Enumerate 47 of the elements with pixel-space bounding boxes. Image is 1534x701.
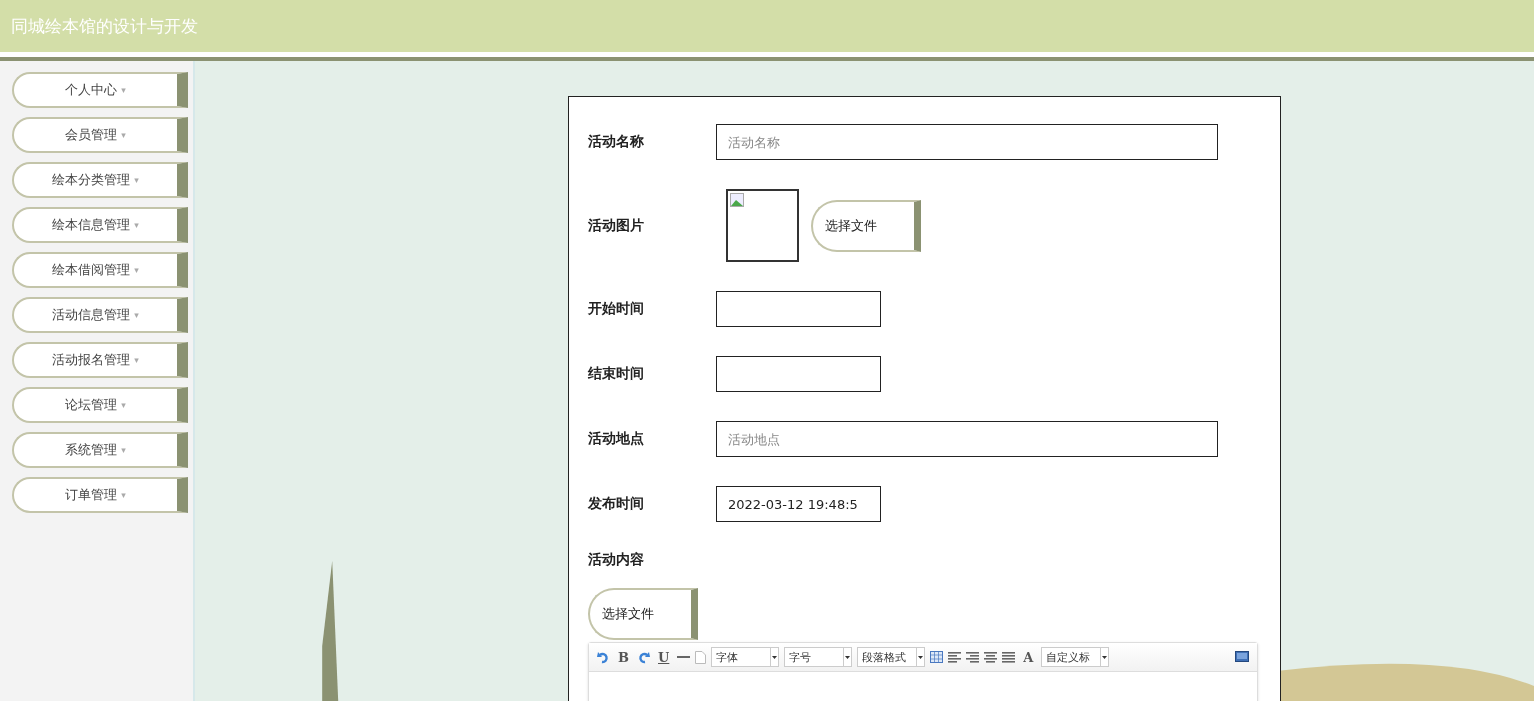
toolbar-select[interactable]: 字体 xyxy=(711,647,780,667)
sidebar-menu-button[interactable]: 个人中心 ▾ xyxy=(12,72,188,108)
caret-icon xyxy=(772,655,778,659)
sidebar-menu-button[interactable]: 会员管理 ▾ xyxy=(12,117,188,153)
field-label: 开始时间 xyxy=(588,300,645,318)
format-button[interactable]: U xyxy=(655,649,673,665)
sidebar-menu-button[interactable]: 系统管理 ▾ xyxy=(12,432,188,468)
input-field[interactable] xyxy=(716,291,881,327)
sidebar-menu-button[interactable]: 活动报名管理 ▾ xyxy=(12,342,188,378)
site-title: 同城绘本馆的设计与开发 xyxy=(11,14,198,38)
input-field[interactable] xyxy=(716,356,881,392)
align-left-icon[interactable] xyxy=(948,651,962,663)
rich-text-editor[interactable]: B U 字体 字号 段落格式 A 自定义标 xyxy=(588,642,1258,701)
horizontal-rule-icon[interactable] xyxy=(677,655,691,659)
redo-icon[interactable] xyxy=(637,650,650,664)
toolbar-select[interactable]: 段落格式 xyxy=(857,647,926,667)
toolbar-select[interactable]: 字号 xyxy=(784,647,853,667)
undo-icon[interactable] xyxy=(597,650,610,664)
fullscreen-icon[interactable] xyxy=(1235,651,1249,663)
field-label: 活动名称 xyxy=(588,133,645,151)
caret-icon xyxy=(1102,655,1108,659)
field-label: 发布时间 xyxy=(588,495,645,513)
caret-icon xyxy=(918,655,924,659)
align-center-icon[interactable] xyxy=(984,651,998,663)
sidebar-menu-button[interactable]: 订单管理 ▾ xyxy=(12,477,188,513)
input-field[interactable]: 活动地点 xyxy=(716,421,1218,457)
sidebar-menu-button[interactable]: 绘本借阅管理 ▾ xyxy=(12,252,188,288)
table-icon[interactable] xyxy=(930,651,944,663)
input-field[interactable]: 活动名称 xyxy=(716,124,1218,160)
format-button[interactable]: A xyxy=(1020,649,1037,665)
justify-icon[interactable] xyxy=(1002,651,1016,663)
input-field[interactable]: 2022-03-12 19:48:5 xyxy=(716,486,881,522)
field-label: 活动图片 xyxy=(588,216,645,235)
choose-file-button[interactable]: 选择文件 xyxy=(588,588,698,640)
sidebar-menu-button[interactable]: 活动信息管理 ▾ xyxy=(12,297,188,333)
caret-icon xyxy=(845,655,851,659)
choose-file-button[interactable]: 选择文件 xyxy=(811,199,921,252)
field-label: 活动地点 xyxy=(588,430,645,448)
align-right-icon[interactable] xyxy=(966,651,980,663)
sidebar-menu-button[interactable]: 绘本信息管理 ▾ xyxy=(12,207,188,243)
field-label: 活动内容 xyxy=(588,551,645,569)
broken-image-icon xyxy=(730,193,744,207)
toolbar-select[interactable]: 自定义标 xyxy=(1041,647,1110,667)
sidebar-menu-button[interactable]: 论坛管理 ▾ xyxy=(12,387,188,423)
field-label: 结束时间 xyxy=(588,365,645,383)
format-button[interactable]: B xyxy=(615,649,632,665)
sidebar-menu-button[interactable]: 绘本分类管理 ▾ xyxy=(12,162,188,198)
